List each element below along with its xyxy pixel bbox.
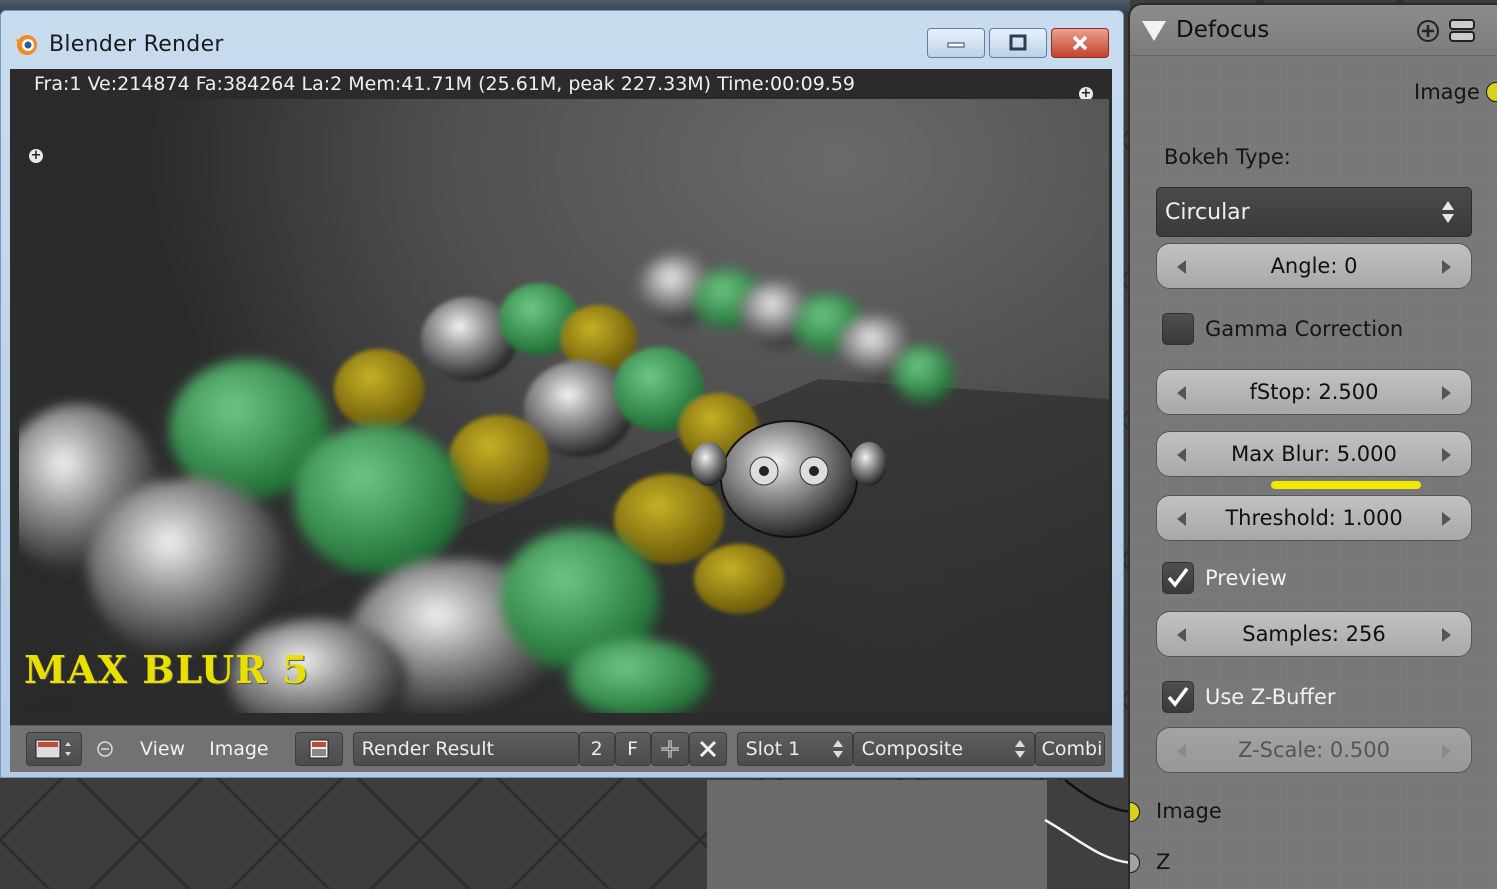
input-image-label: Image	[1156, 799, 1222, 823]
x-icon	[699, 740, 716, 758]
max-blur-highlight-underline	[1271, 481, 1421, 489]
increment-arrow-icon[interactable]	[1442, 628, 1451, 642]
slot-selector[interactable]: Slot 1	[736, 732, 853, 766]
rendered-scene	[19, 254, 1109, 713]
render-pass-selector[interactable]: Combi	[1034, 732, 1105, 766]
checkmark-icon	[1167, 686, 1189, 707]
use-zbuffer-checkbox[interactable]	[1162, 681, 1194, 713]
fstop-field[interactable]: fStop: 2.500	[1156, 369, 1472, 415]
decrement-arrow-icon[interactable]	[1177, 448, 1186, 462]
angle-field[interactable]: Angle: 0	[1156, 243, 1472, 289]
gamma-correction-label: Gamma Correction	[1205, 317, 1404, 341]
minimize-button[interactable]	[927, 28, 985, 58]
increment-arrow-icon[interactable]	[1442, 448, 1451, 462]
samples-field[interactable]: Samples: 256	[1156, 611, 1472, 657]
render-stats: Fra:1 Ve:214874 Fa:384264 La:2 Mem:41.71…	[34, 73, 855, 95]
use-zbuffer-label: Use Z-Buffer	[1205, 685, 1336, 709]
close-button[interactable]	[1051, 28, 1109, 58]
defocus-node[interactable]: Defocus Image Bokeh Type: Circular Angle…	[1130, 5, 1497, 889]
close-icon	[1072, 35, 1088, 51]
decrement-arrow-icon[interactable]	[1177, 386, 1186, 400]
window-title: Blender Render	[49, 31, 224, 57]
increment-arrow-icon[interactable]	[1442, 260, 1451, 274]
maximize-button[interactable]	[989, 28, 1047, 58]
image-menu[interactable]: Image	[201, 738, 277, 760]
image-users-count[interactable]: 2	[578, 732, 615, 766]
fake-user-toggle[interactable]: F	[614, 732, 651, 766]
gamma-correction-checkbox[interactable]	[1162, 313, 1194, 345]
minimize-icon	[947, 42, 965, 48]
preview-checkbox[interactable]	[1162, 562, 1194, 594]
render-image: MAX BLUR 5	[19, 99, 1109, 713]
view-menu[interactable]: View	[132, 738, 193, 760]
image-browse-icon	[309, 739, 329, 759]
editor-type-selector[interactable]	[26, 732, 82, 766]
bokeh-type-dropdown[interactable]: Circular	[1156, 187, 1472, 237]
render-viewport[interactable]: Fra:1 Ve:214874 Fa:384264 La:2 Mem:41.71…	[10, 69, 1112, 725]
max-blur-caption: MAX BLUR 5	[24, 647, 310, 692]
node-header[interactable]: Defocus	[1130, 5, 1497, 56]
plus-icon	[660, 740, 679, 758]
checkmark-icon	[1167, 567, 1189, 588]
decrement-arrow-icon[interactable]	[1177, 628, 1186, 642]
unlink-image-button[interactable]	[688, 732, 727, 766]
zscale-field[interactable]: Z-Scale: 0.500	[1156, 727, 1472, 773]
max-blur-field[interactable]: Max Blur: 5.000	[1156, 431, 1472, 477]
increment-arrow-icon[interactable]	[1442, 512, 1451, 526]
new-image-button[interactable]	[650, 732, 689, 766]
decrement-arrow-icon[interactable]	[1177, 260, 1186, 274]
image-editor-header: View Image Render Result 2 F Slot 1 Comp…	[10, 725, 1112, 772]
bokeh-type-label: Bokeh Type:	[1164, 145, 1291, 169]
blender-logo-icon	[15, 35, 37, 55]
updown-arrows-icon	[1014, 740, 1025, 758]
node-title: Defocus	[1176, 17, 1270, 43]
render-window: Blender Render Fra:1 Ve:214874 Fa:384264…	[0, 10, 1124, 778]
decrement-arrow-icon[interactable]	[1177, 512, 1186, 526]
node-preview-plus-icon[interactable]	[1416, 19, 1440, 43]
updown-arrows-icon	[1442, 201, 1454, 223]
input-z-label: Z	[1156, 850, 1171, 874]
browse-image-button[interactable]	[294, 732, 343, 766]
collapse-triangle-icon[interactable]	[1142, 21, 1166, 41]
updown-arrows-icon	[832, 740, 843, 758]
image-name-field[interactable]: Render Result	[352, 732, 579, 766]
area-split-plus-icon[interactable]: +	[29, 149, 43, 163]
increment-arrow-icon[interactable]	[1442, 744, 1451, 758]
threshold-field[interactable]: Threshold: 1.000	[1156, 495, 1472, 541]
node-options-icon[interactable]	[1448, 17, 1476, 45]
increment-arrow-icon[interactable]	[1442, 386, 1451, 400]
collapse-menu-icon[interactable]	[96, 740, 114, 758]
output-image-label: Image	[1414, 80, 1480, 104]
maximize-icon	[1009, 34, 1027, 51]
render-layer-selector[interactable]: Composite	[852, 732, 1035, 766]
decrement-arrow-icon[interactable]	[1177, 744, 1186, 758]
editor-lower-panel	[707, 780, 1047, 889]
preview-label: Preview	[1205, 566, 1287, 590]
window-titlebar: Blender Render	[13, 29, 224, 59]
image-editor-icon	[35, 739, 71, 759]
